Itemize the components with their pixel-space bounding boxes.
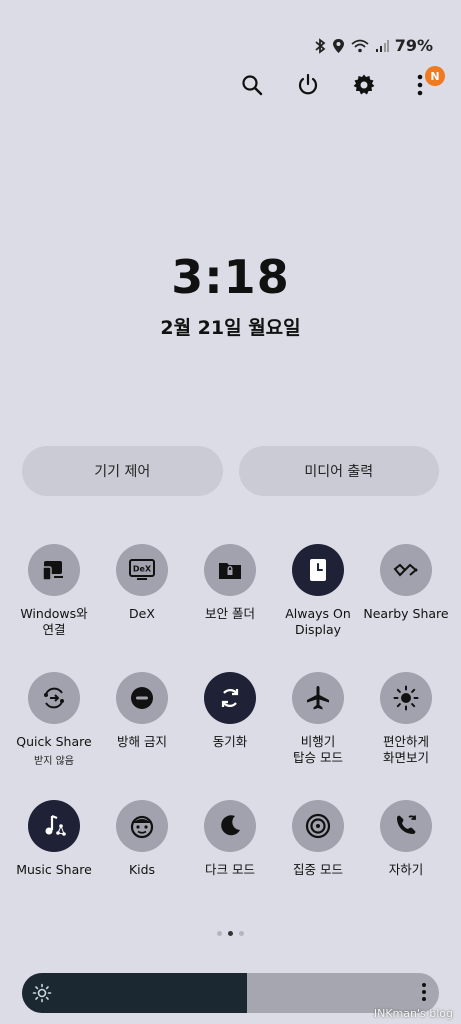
tile-do-not-disturb[interactable]: 방해 금지 [98,672,186,800]
location-icon [332,38,345,54]
sync-icon[interactable] [204,672,256,724]
eye-comfort-icon[interactable] [380,672,432,724]
tile-label: Quick Share [16,734,92,749]
tile-label: 편안하게 화면보기 [382,734,429,765]
tile-label: Always On Display [285,606,351,637]
clock-date[interactable]: 2월 21일 월요일 [0,313,461,340]
signal-icon [375,39,389,53]
tile-sublabel: 받지 않음 [34,756,74,767]
tile-label: Windows와 연결 [20,606,88,637]
tile-nearby-share[interactable]: Nearby Share [362,544,450,672]
airplane-icon[interactable] [292,672,344,724]
search-icon [241,74,263,100]
quick-settings-grid: Windows와 연결 DeX DeX 보안 폴더 Always On Display N… [10,544,451,928]
windows-link-icon[interactable] [28,544,80,596]
bluetooth-icon [314,37,326,54]
tile-label: 집중 모드 [293,862,343,877]
brightness-fill [22,973,248,1013]
tile-label: 자하기 [388,862,424,877]
tile-windows-link[interactable]: Windows와 연결 [10,544,98,672]
svg-text:DeX: DeX [133,565,152,574]
more-vertical-icon [417,74,423,100]
tile-focus-mode[interactable]: 집중 모드 [274,800,362,928]
tile-label: 동기화 [212,734,248,749]
tile-label: 보안 폴더 [205,606,255,621]
secure-folder-icon[interactable] [204,544,256,596]
page-dot[interactable] [217,931,222,936]
dex-icon[interactable]: DeX [116,544,168,596]
page-indicator[interactable] [0,931,461,936]
wifi-icon [351,39,369,53]
pill-row: 기기 제어 미디어 출력 [22,446,439,496]
call-forward-icon[interactable] [380,800,432,852]
search-button[interactable] [237,72,267,102]
tile-dark-mode[interactable]: 다크 모드 [186,800,274,928]
page-dot[interactable] [239,931,244,936]
tile-label: 다크 모드 [205,862,255,877]
tile-label: DeX [129,606,155,621]
dark-mode-icon[interactable] [204,800,256,852]
device-control-button[interactable]: 기기 제어 [22,446,223,496]
tile-sync[interactable]: 동기화 [186,672,274,800]
power-icon [296,73,320,101]
focus-mode-icon[interactable] [292,800,344,852]
tile-label: Nearby Share [363,606,449,621]
clock-icon[interactable] [292,544,344,596]
tile-clock[interactable]: Always On Display [274,544,362,672]
quick-share-icon[interactable] [28,672,80,724]
power-button[interactable] [293,72,323,102]
more-vertical-icon[interactable] [421,982,427,1006]
tile-kids[interactable]: Kids [98,800,186,928]
music-share-icon[interactable] [28,800,80,852]
nearby-share-icon[interactable] [380,544,432,596]
settings-button[interactable] [349,72,379,102]
do-not-disturb-icon[interactable] [116,672,168,724]
tile-airplane[interactable]: 비행기 탑승 모드 [274,672,362,800]
tile-eye-comfort[interactable]: 편안하게 화면보기 [362,672,450,800]
gear-icon [352,73,376,101]
status-bar: 79% [314,36,433,55]
tile-dex[interactable]: DeX DeX [98,544,186,672]
tile-music-share[interactable]: Music Share [10,800,98,928]
kids-icon[interactable] [116,800,168,852]
clock-time[interactable]: 3:18 [0,250,461,304]
tile-label: 비행기 탑승 모드 [293,734,343,765]
tile-secure-folder[interactable]: 보안 폴더 [186,544,274,672]
notification-badge: N [425,66,445,86]
tile-label: Kids [128,862,156,877]
tile-call-forward[interactable]: 자하기 [362,800,450,928]
watermark: INKman's blog [373,1007,453,1020]
tile-label: Music Share [16,862,92,877]
quick-panel-actions: N [237,66,445,102]
battery-text: 79% [394,36,433,55]
more-options-button[interactable]: N [405,66,445,102]
tile-label: 방해 금지 [117,734,167,749]
tile-quick-share[interactable]: Quick Share 받지 않음 [10,672,98,800]
sun-icon [32,983,52,1007]
media-output-button[interactable]: 미디어 출력 [238,446,439,496]
page-dot[interactable] [228,931,233,936]
